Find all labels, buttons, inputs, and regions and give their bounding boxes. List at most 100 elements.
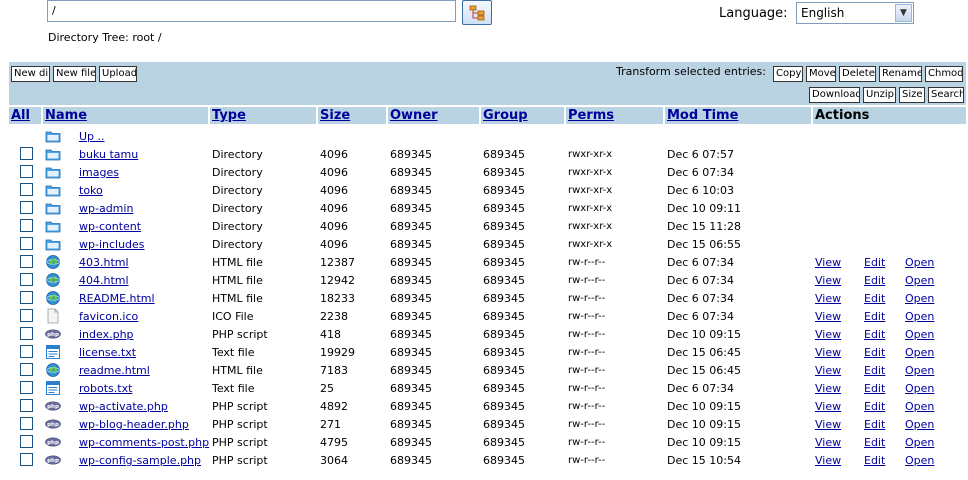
row-checkbox[interactable] bbox=[20, 363, 33, 376]
rename-button[interactable]: Rename bbox=[879, 66, 922, 82]
row-checkbox[interactable] bbox=[20, 381, 33, 394]
download-button[interactable]: Download bbox=[809, 87, 860, 103]
row-checkbox[interactable] bbox=[20, 327, 33, 340]
file-name-link[interactable]: wp-admin bbox=[79, 202, 133, 215]
header-name[interactable]: Name bbox=[45, 107, 87, 124]
size-button[interactable]: Size bbox=[899, 87, 925, 103]
file-name-link[interactable]: favicon.ico bbox=[79, 310, 138, 323]
row-checkbox[interactable] bbox=[20, 291, 33, 304]
chmod-button[interactable]: Chmod bbox=[925, 66, 963, 82]
view-link[interactable]: View bbox=[815, 274, 841, 287]
upload-button[interactable]: Upload bbox=[99, 66, 137, 82]
open-link[interactable]: Open bbox=[905, 418, 934, 431]
copy-button[interactable]: Copy bbox=[773, 66, 803, 82]
edit-link[interactable]: Edit bbox=[864, 274, 885, 287]
row-checkbox[interactable] bbox=[20, 255, 33, 268]
file-name-link[interactable]: toko bbox=[79, 184, 103, 197]
row-checkbox[interactable] bbox=[20, 201, 33, 214]
directory-input[interactable]: / bbox=[47, 0, 456, 22]
header-perms[interactable]: Perms bbox=[568, 107, 614, 124]
row-checkbox[interactable] bbox=[20, 453, 33, 466]
file-name-link[interactable]: wp-config-sample.php bbox=[79, 454, 201, 467]
row-checkbox[interactable] bbox=[20, 435, 33, 448]
file-name-link[interactable]: wp-comments-post.php bbox=[79, 436, 209, 449]
edit-link[interactable]: Edit bbox=[864, 256, 885, 269]
open-link[interactable]: Open bbox=[905, 454, 934, 467]
view-link[interactable]: View bbox=[815, 400, 841, 413]
edit-link[interactable]: Edit bbox=[864, 400, 885, 413]
file-name-link[interactable]: index.php bbox=[79, 328, 134, 341]
file-name-link[interactable]: 403.html bbox=[79, 256, 129, 269]
edit-link[interactable]: Edit bbox=[864, 382, 885, 395]
open-link[interactable]: Open bbox=[905, 346, 934, 359]
search-button[interactable]: Search bbox=[928, 87, 964, 103]
directory-tree-button[interactable] bbox=[462, 0, 492, 25]
open-link[interactable]: Open bbox=[905, 292, 934, 305]
edit-link[interactable]: Edit bbox=[864, 436, 885, 449]
open-link[interactable]: Open bbox=[905, 382, 934, 395]
header-all[interactable]: All bbox=[11, 107, 30, 124]
file-name-link[interactable]: robots.txt bbox=[79, 382, 132, 395]
open-link[interactable]: Open bbox=[905, 328, 934, 341]
view-link[interactable]: View bbox=[815, 364, 841, 377]
row-checkbox[interactable] bbox=[20, 219, 33, 232]
edit-link[interactable]: Edit bbox=[864, 364, 885, 377]
header-group[interactable]: Group bbox=[483, 107, 528, 124]
view-link[interactable]: View bbox=[815, 328, 841, 341]
new-dir-button[interactable]: New dir bbox=[11, 66, 50, 82]
open-link[interactable]: Open bbox=[905, 400, 934, 413]
edit-link[interactable]: Edit bbox=[864, 328, 885, 341]
view-link[interactable]: View bbox=[815, 418, 841, 431]
file-name-link[interactable]: wp-includes bbox=[79, 238, 145, 251]
header-size[interactable]: Size bbox=[320, 107, 350, 124]
new-file-button[interactable]: New file bbox=[53, 66, 96, 82]
table-row: readme.html HTML file 7183 689345 689345 rw-r… bbox=[9, 361, 966, 379]
row-checkbox[interactable] bbox=[20, 399, 33, 412]
edit-link[interactable]: Edit bbox=[864, 310, 885, 323]
language-select[interactable]: English ▼ bbox=[796, 2, 914, 24]
row-checkbox[interactable] bbox=[20, 237, 33, 250]
open-link[interactable]: Open bbox=[905, 364, 934, 377]
view-link[interactable]: View bbox=[815, 382, 841, 395]
row-checkbox[interactable] bbox=[20, 273, 33, 286]
row-checkbox[interactable] bbox=[20, 417, 33, 430]
folder-icon bbox=[45, 203, 61, 215]
unzip-button[interactable]: Unzip bbox=[863, 87, 896, 103]
file-group: 689345 bbox=[483, 400, 525, 413]
header-type[interactable]: Type bbox=[212, 107, 246, 124]
file-name-link[interactable]: 404.html bbox=[79, 274, 129, 287]
header-mod-time[interactable]: Mod Time bbox=[667, 107, 738, 124]
file-name-link[interactable]: README.html bbox=[79, 292, 155, 305]
move-button[interactable]: Move bbox=[806, 66, 836, 82]
view-link[interactable]: View bbox=[815, 436, 841, 449]
file-name-link[interactable]: wp-blog-header.php bbox=[79, 418, 189, 431]
up-link[interactable]: Up .. bbox=[79, 130, 105, 143]
row-checkbox[interactable] bbox=[20, 309, 33, 322]
header-owner[interactable]: Owner bbox=[390, 107, 438, 124]
view-link[interactable]: View bbox=[815, 292, 841, 305]
view-link[interactable]: View bbox=[815, 256, 841, 269]
file-name-link[interactable]: readme.html bbox=[79, 364, 150, 377]
row-checkbox[interactable] bbox=[20, 165, 33, 178]
edit-link[interactable]: Edit bbox=[864, 346, 885, 359]
view-link[interactable]: View bbox=[815, 454, 841, 467]
file-name-link[interactable]: wp-activate.php bbox=[79, 400, 168, 413]
delete-button[interactable]: Delete bbox=[839, 66, 876, 82]
edit-link[interactable]: Edit bbox=[864, 454, 885, 467]
row-checkbox[interactable] bbox=[20, 183, 33, 196]
edit-link[interactable]: Edit bbox=[864, 292, 885, 305]
edit-link[interactable]: Edit bbox=[864, 418, 885, 431]
view-link[interactable]: View bbox=[815, 346, 841, 359]
open-link[interactable]: Open bbox=[905, 310, 934, 323]
view-link[interactable]: View bbox=[815, 310, 841, 323]
file-name-link[interactable]: wp-content bbox=[79, 220, 141, 233]
open-link[interactable]: Open bbox=[905, 256, 934, 269]
row-checkbox[interactable] bbox=[20, 345, 33, 358]
open-link[interactable]: Open bbox=[905, 436, 934, 449]
file-name-link[interactable]: buku tamu bbox=[79, 148, 138, 161]
up-row[interactable]: Up .. bbox=[9, 127, 966, 145]
row-checkbox[interactable] bbox=[20, 147, 33, 160]
file-name-link[interactable]: images bbox=[79, 166, 119, 179]
open-link[interactable]: Open bbox=[905, 274, 934, 287]
file-name-link[interactable]: license.txt bbox=[79, 346, 136, 359]
